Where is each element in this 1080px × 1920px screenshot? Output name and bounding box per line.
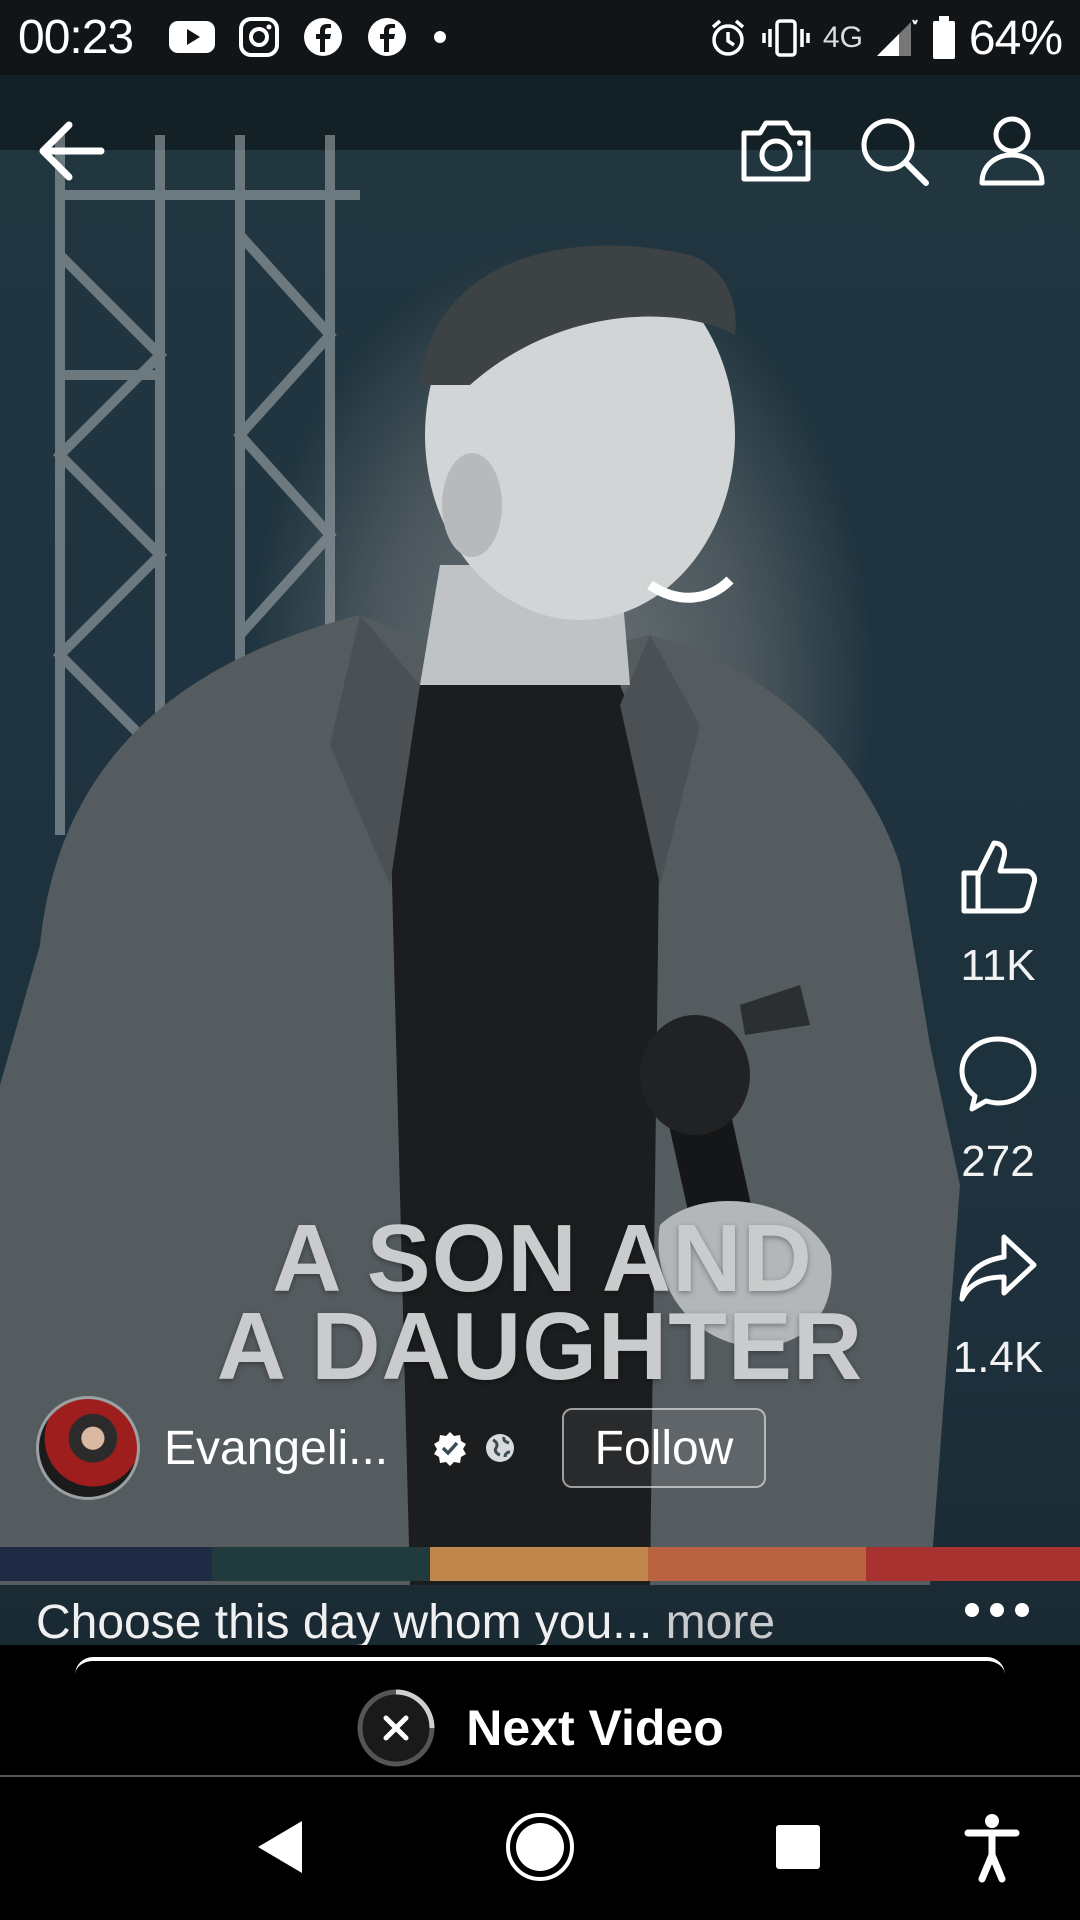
comment-icon — [959, 1036, 1037, 1112]
accessibility-icon[interactable] — [952, 1807, 1032, 1887]
sheet-handle-edge — [75, 1657, 1005, 1675]
battery-icon — [932, 16, 955, 59]
author-name[interactable]: Evangeli... — [164, 1421, 404, 1476]
next-video-bar: Next Video — [0, 1645, 1080, 1775]
search-icon[interactable] — [854, 111, 934, 191]
share-count: 1.4K — [952, 1333, 1044, 1382]
strip-segment — [648, 1547, 866, 1581]
caption-text: Choose this day whom you... — [36, 1596, 653, 1645]
like-count: 11K — [960, 941, 1036, 990]
back-arrow-icon[interactable] — [35, 115, 107, 187]
action-rail: 11K 272 1.4K — [938, 835, 1058, 1383]
system-nav-bar — [0, 1777, 1080, 1920]
profile-icon[interactable] — [972, 111, 1052, 191]
signal-icon — [876, 19, 918, 56]
top-nav-actions — [736, 111, 1052, 191]
share-button[interactable]: 1.4K — [952, 1227, 1044, 1383]
comment-button[interactable]: 272 — [956, 1031, 1040, 1187]
facebook-icon — [304, 18, 342, 56]
caption-more-link[interactable]: more — [666, 1596, 775, 1645]
camera-icon[interactable] — [736, 111, 816, 191]
color-strip — [0, 1547, 1080, 1581]
video-player[interactable]: A SON AND A DAUGHTER 11K 272 1.4K Evange… — [0, 75, 1080, 1645]
more-options-icon[interactable] — [962, 1595, 1032, 1625]
network-type: 4G — [822, 21, 863, 54]
strip-segment — [866, 1547, 1080, 1581]
instagram-icon — [239, 17, 279, 57]
battery-percent: 64% — [968, 11, 1063, 65]
nav-recents-icon[interactable] — [758, 1807, 838, 1887]
nav-home-icon[interactable] — [500, 1807, 580, 1887]
close-icon[interactable] — [356, 1688, 436, 1768]
system-status: 4G 64% — [707, 8, 1063, 68]
like-button[interactable]: 11K — [956, 835, 1040, 991]
strip-segment — [430, 1547, 648, 1581]
alarm-icon — [711, 19, 745, 56]
vibrate-icon — [762, 19, 810, 57]
strip-segment — [0, 1547, 212, 1581]
status-bar: 00:23 4G 64% — [0, 0, 1080, 75]
video-title-overlay: A SON AND A DAUGHTER — [0, 1205, 1080, 1400]
thumbs-up-icon — [961, 840, 1037, 914]
youtube-icon — [169, 21, 215, 53]
video-title-line-1: A SON AND — [272, 1205, 813, 1312]
share-icon — [959, 1234, 1037, 1302]
notification-icons — [168, 12, 450, 62]
next-video-label: Next Video — [466, 1700, 724, 1756]
follow-button[interactable]: Follow — [562, 1408, 766, 1488]
dot-icon — [434, 31, 446, 43]
caption[interactable]: Choose this day whom you... more — [36, 1595, 775, 1645]
avatar[interactable] — [36, 1396, 140, 1500]
strip-segment — [212, 1547, 430, 1581]
globe-icon — [486, 1434, 514, 1462]
next-video-button[interactable]: Next Video — [0, 1681, 1080, 1775]
author-row: Evangeli... Follow — [36, 1393, 766, 1503]
video-title-line-2: A DAUGHTER — [216, 1293, 864, 1400]
comment-count: 272 — [961, 1137, 1035, 1186]
status-time: 00:23 — [18, 11, 134, 64]
verified-badge-icon — [434, 1432, 466, 1466]
nav-back-icon[interactable] — [240, 1807, 320, 1887]
facebook-icon — [368, 18, 406, 56]
